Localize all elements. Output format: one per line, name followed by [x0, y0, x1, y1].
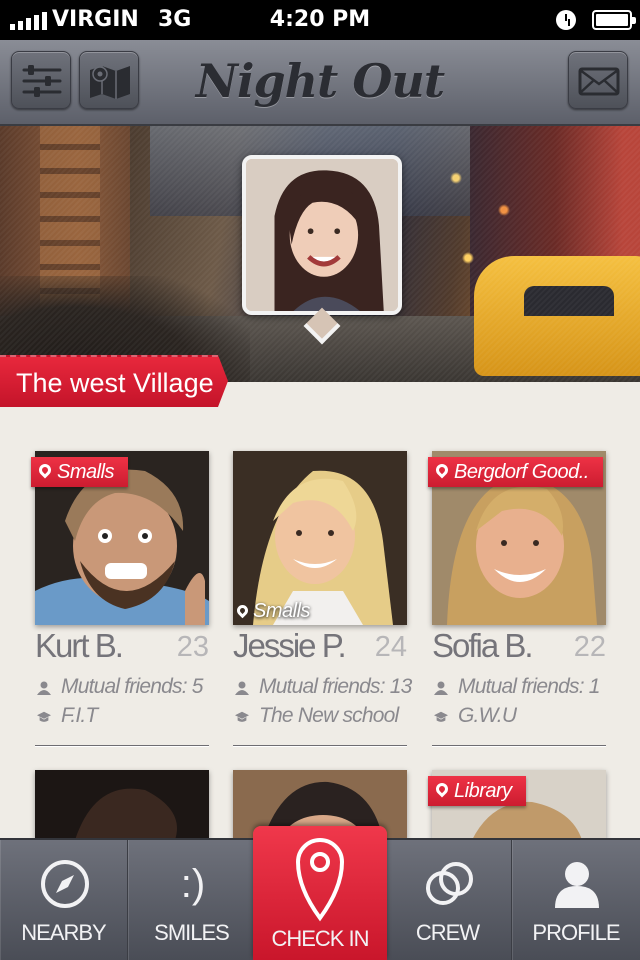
venue-tag-label: Bergdorf Good..	[454, 461, 589, 483]
person-age: 22	[573, 631, 606, 663]
person-icon	[434, 681, 448, 695]
divider	[432, 745, 606, 747]
divider	[233, 745, 407, 747]
location-banner: The west Village	[0, 355, 228, 407]
clock: 4:20 PM	[269, 7, 371, 32]
person-photo[interactable]: Smalls	[233, 451, 407, 625]
alarm-icon	[556, 10, 576, 30]
photo-venue-caption: Smalls	[234, 600, 311, 623]
person-card[interactable]	[35, 770, 209, 840]
person-age: 23	[176, 631, 209, 663]
current-user-photo[interactable]	[242, 155, 402, 315]
location-pin-icon	[295, 838, 345, 922]
graduation-cap-icon	[434, 711, 448, 722]
app-title: Night Out	[195, 54, 445, 108]
person-icon	[235, 681, 249, 695]
tab-nearby[interactable]: NEARBY	[0, 840, 128, 960]
venue-tag: Bergdorf Good..	[428, 457, 603, 487]
tab-smiles[interactable]: :) SMILES	[128, 840, 256, 960]
person-card[interactable]: Bergdorf Good.. Sofia B. 22 Mutual frien…	[428, 451, 606, 751]
person-photo[interactable]	[35, 770, 209, 840]
person-card[interactable]: Smalls Kurt B. 23 Mutual friends: 5 F.I.…	[31, 451, 209, 751]
pin-icon	[36, 461, 54, 479]
person-name: Jessie P.	[233, 627, 347, 664]
venue-tag-label: Smalls	[57, 461, 115, 483]
pin-icon	[433, 780, 451, 798]
pin-icon	[234, 602, 251, 619]
crew-rings-icon	[426, 862, 473, 905]
graduation-cap-icon	[235, 711, 249, 722]
tab-profile[interactable]: PROFILE	[512, 840, 640, 960]
venue-tag-label: Library	[454, 780, 512, 802]
tab-check-in[interactable]: CHECK IN	[253, 826, 387, 960]
divider	[35, 745, 209, 747]
mail-icon	[578, 67, 620, 96]
venue-tag: Library	[428, 776, 526, 806]
tab-smiles-label: SMILES	[154, 920, 230, 945]
status-bar: VIRGIN 3G 4:20 PM	[0, 0, 640, 40]
venue-tag: Smalls	[31, 457, 129, 487]
tab-profile-label: PROFILE	[532, 920, 620, 945]
smiley-icon: :)	[180, 862, 206, 906]
pin-icon	[433, 461, 451, 479]
person-name: Kurt B.	[35, 627, 124, 664]
person-age: 24	[374, 631, 407, 663]
person-icon	[37, 681, 51, 695]
compass-icon	[41, 860, 89, 908]
battery-icon	[592, 10, 636, 30]
tab-crew-label: CREW	[415, 920, 480, 945]
tab-check-in-label: CHECK IN	[271, 926, 369, 951]
tab-nearby-label: NEARBY	[21, 920, 106, 945]
nav-bar: Night Out	[0, 40, 640, 126]
tab-crew[interactable]: CREW	[384, 840, 512, 960]
messages-button[interactable]	[568, 51, 628, 109]
user-icon	[555, 862, 599, 908]
person-card[interactable]: Smalls Jessie P. 24 Mutual friends: 13 T…	[233, 451, 412, 751]
graduation-cap-icon	[37, 711, 51, 722]
person-name: Sofia B.	[432, 627, 534, 664]
person-card[interactable]: Library	[428, 770, 606, 840]
